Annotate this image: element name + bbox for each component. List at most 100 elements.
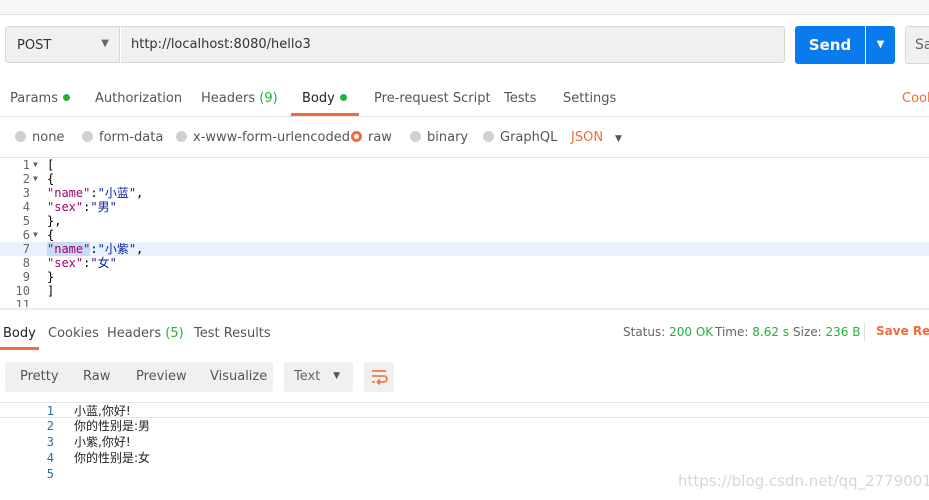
response-line: 1 小蓝,你好! [0, 402, 929, 418]
response-format-select[interactable]: Text ▼ [284, 362, 353, 392]
json-punct: , [136, 242, 144, 256]
line-number: 2 [22, 172, 30, 186]
tab-label: Test Results [194, 326, 271, 341]
editor-line: 7 "name":"小紫", [0, 242, 929, 256]
tab-settings[interactable]: Settings [563, 91, 616, 106]
json-key: "sex" [47, 200, 84, 214]
tab-tests[interactable]: Tests [504, 91, 536, 106]
editor-line: 8 "sex":"女" [0, 256, 929, 270]
json-pair: "sex":"女" [47, 256, 117, 270]
save-button[interactable]: Sa [905, 26, 929, 64]
json-pair: "sex":"男" [47, 200, 117, 214]
status-readout: Status: 200 OK [623, 325, 713, 339]
size-readout: Size: 236 B [793, 325, 860, 339]
response-line: 3 小紫,你好! [0, 434, 929, 450]
raw-format-value: JSON [571, 130, 604, 145]
radio-graphql[interactable]: GraphQL [483, 130, 557, 145]
radio-binary[interactable]: binary [410, 130, 468, 145]
response-tab-headers[interactable]: Headers (5) [107, 326, 184, 341]
fold-toggle-icon[interactable]: ▼ [33, 172, 38, 186]
title-strip [0, 0, 929, 15]
radio-circle-icon [82, 131, 93, 142]
code-text: } [47, 270, 55, 284]
response-text: 你的性别是:女 [74, 451, 151, 465]
json-punct: , [136, 186, 144, 200]
editor-line: 5}, [0, 214, 929, 228]
time-label: Time: [715, 325, 749, 339]
line-number: 6 [22, 228, 30, 242]
size-value: 236 B [825, 325, 861, 339]
editor-line: 2 ▼ { [0, 172, 929, 186]
json-key: "name" [47, 186, 91, 200]
code-text: { [47, 228, 55, 242]
tab-label: Pre-request Script [374, 91, 491, 106]
line-number: 2 [46, 419, 54, 433]
editor-line: 10] [0, 284, 929, 298]
raw-format-select[interactable]: JSON ▼ [571, 130, 622, 145]
response-body-viewer[interactable]: 1 小蓝,你好! 2 你的性别是:男 3 小紫,你好! 4 你的性别是:女 5 [0, 402, 929, 482]
size-label: Size: [793, 325, 822, 339]
active-indicator-dot [339, 94, 347, 101]
radio-label: binary [427, 130, 469, 145]
json-key: "sex" [47, 256, 84, 270]
wrap-lines-button[interactable] [364, 362, 394, 392]
response-text: 小蓝,你好! [74, 404, 131, 418]
radio-circle-icon [483, 131, 494, 142]
cookies-link[interactable]: Cook [902, 91, 929, 106]
active-tab-underline [291, 113, 359, 116]
line-number: 3 [22, 186, 30, 200]
response-text: 小紫,你好! [74, 435, 131, 449]
line-number: 5 [46, 467, 54, 481]
tab-params[interactable]: Params [10, 91, 70, 106]
send-options-button[interactable]: ▼ [866, 26, 895, 64]
line-number: 10 [15, 284, 30, 298]
tab-label: Settings [563, 91, 617, 106]
tab-label: Body [3, 326, 36, 341]
code-text: }, [47, 214, 62, 228]
view-preview-button[interactable]: Preview [136, 369, 187, 384]
method-value: POST [17, 38, 52, 53]
radio-x-www-form-urlencoded[interactable]: x-www-form-urlencoded [176, 130, 350, 145]
radio-raw[interactable]: raw [351, 130, 392, 145]
request-body-editor[interactable]: 1 ▼[2 ▼{3 "name":"小蓝", 4 "sex":"男" 5}, 6 ▼{7 "nam… [0, 157, 929, 307]
pane-divider[interactable] [0, 308, 929, 310]
divider [864, 323, 865, 341]
radio-label: x-www-form-urlencoded [193, 130, 351, 145]
editor-line: 1 ▼ [ [0, 158, 929, 172]
response-tab-test-results[interactable]: Test Results [194, 326, 271, 341]
line-number: 1 [46, 404, 54, 418]
view-pretty-button[interactable]: Pretty [20, 369, 59, 384]
radio-selected-icon [351, 131, 362, 142]
chevron-down-icon: ▼ [615, 134, 622, 144]
method-select[interactable]: POST ▼ [5, 26, 120, 63]
radio-label: GraphQL [500, 130, 558, 145]
line-number: 9 [22, 270, 30, 284]
json-value: "女" [90, 256, 117, 270]
tab-label: Headers [107, 326, 162, 341]
tab-pre-request-script[interactable]: Pre-request Script [374, 91, 491, 106]
radio-none[interactable]: none [15, 130, 64, 145]
view-visualize-button[interactable]: Visualize [210, 369, 267, 384]
tab-authorization[interactable]: Authorization [95, 91, 182, 106]
radio-form-data[interactable]: form-data [82, 130, 163, 145]
view-mode-toolbar: Pretty Raw Preview Visualize [5, 362, 273, 392]
line-number: 3 [46, 435, 54, 449]
response-tab-body[interactable]: Body [3, 326, 36, 341]
line-number: 8 [22, 256, 30, 270]
active-indicator-dot [62, 94, 70, 101]
line-number: 4 [46, 451, 54, 465]
save-response-button[interactable]: Save Resp [876, 324, 929, 338]
header-count: (9) [259, 91, 278, 106]
send-button[interactable]: Send [795, 26, 865, 64]
fold-toggle-icon[interactable]: ▼ [33, 228, 38, 242]
json-pair: "name":"小蓝", [47, 186, 144, 200]
response-line: 4 你的性别是:女 [0, 450, 929, 466]
tab-headers[interactable]: Headers (9) [201, 91, 278, 106]
response-tab-cookies[interactable]: Cookies [48, 326, 99, 341]
view-raw-button[interactable]: Raw [83, 369, 110, 384]
response-tabs: Body Cookies Headers (5) Test Results St… [0, 318, 929, 350]
url-input[interactable]: http://localhost:8080/hello3 [121, 26, 785, 63]
tab-body[interactable]: Body [302, 91, 347, 106]
status-label: Status: [623, 325, 666, 339]
fold-toggle-icon[interactable]: ▼ [33, 158, 38, 172]
